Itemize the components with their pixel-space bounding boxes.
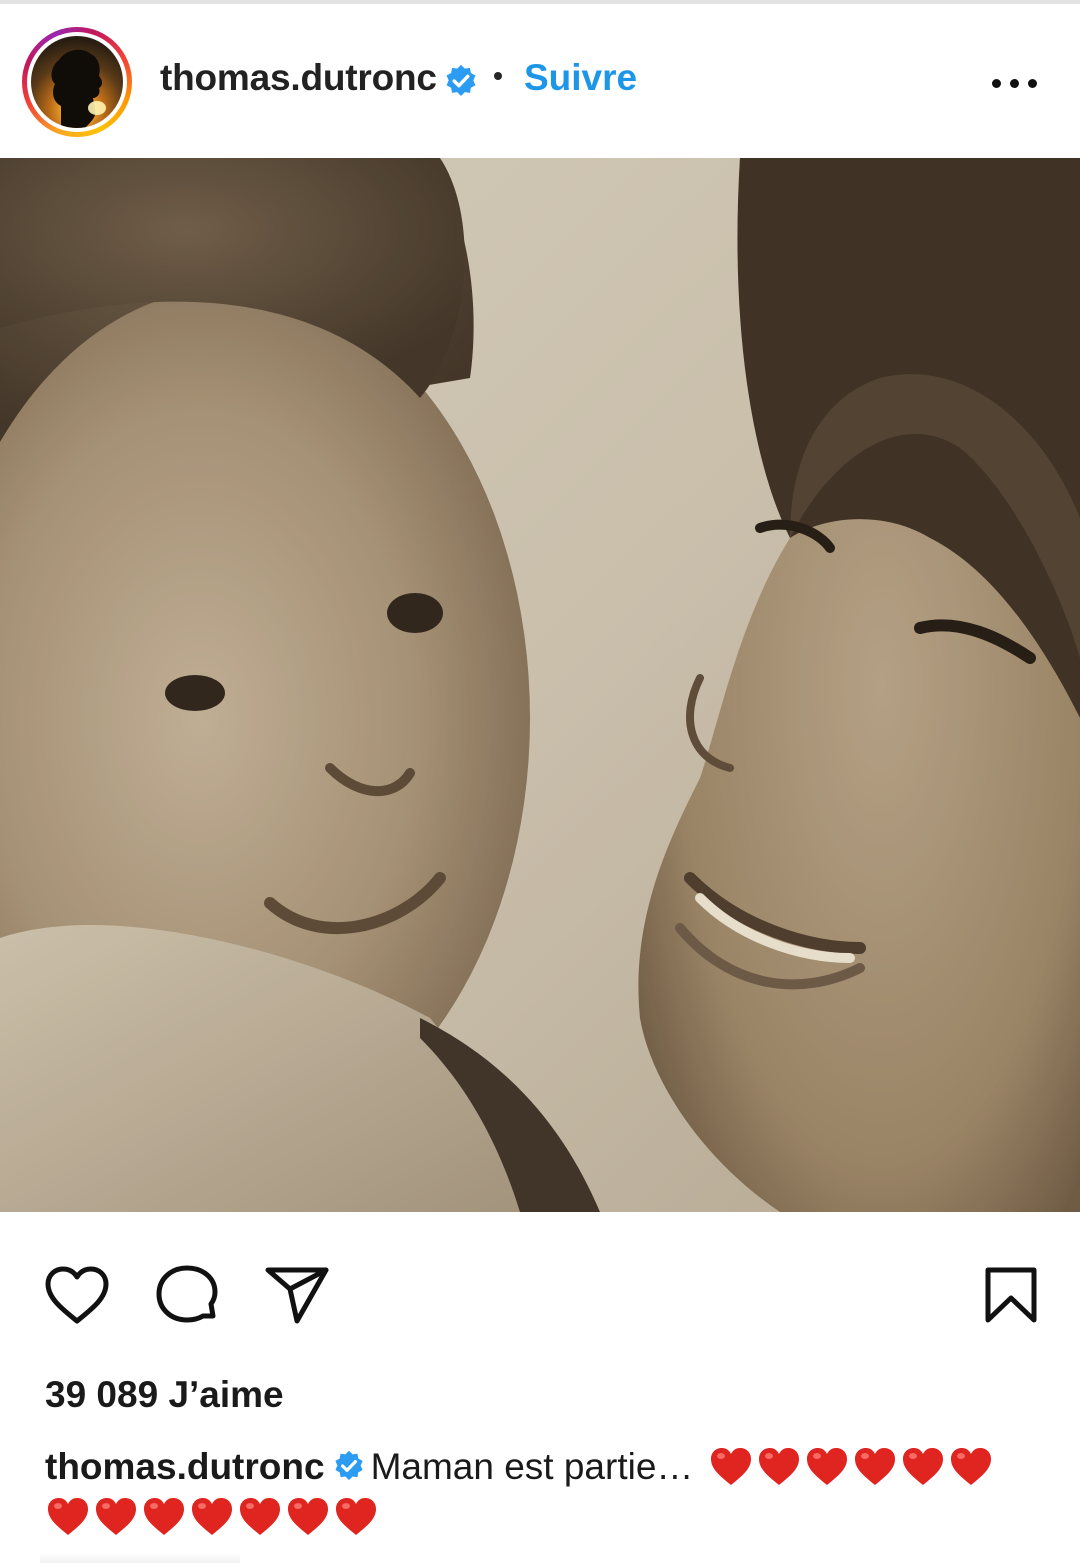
photo-image: [0, 158, 1080, 1212]
red-heart-icon: [903, 1448, 943, 1485]
red-heart-icon: [240, 1498, 280, 1535]
story-ring[interactable]: [22, 27, 132, 137]
verified-badge-icon: [334, 1450, 363, 1481]
username-link[interactable]: thomas.dutronc: [160, 56, 437, 100]
red-heart-icon: [855, 1448, 895, 1485]
red-heart-icon: [192, 1498, 232, 1535]
red-heart-icon: [807, 1448, 847, 1485]
red-heart-icon: [96, 1498, 136, 1535]
verified-badge-icon: [446, 64, 476, 96]
red-heart-icon: [288, 1498, 328, 1535]
caption-username[interactable]: thomas.dutronc: [45, 1446, 325, 1487]
red-heart-icon: [144, 1498, 184, 1535]
red-heart-icon: [759, 1448, 799, 1485]
likes-count[interactable]: 39 089 J’aime: [45, 1373, 284, 1417]
caption-hearts-line1: [708, 1444, 996, 1490]
caption-text: Maman est partie…: [370, 1446, 694, 1487]
caption: thomas.dutronc Maman est partie…: [45, 1444, 693, 1490]
red-heart-icon: [951, 1448, 991, 1485]
red-heart-icon: [711, 1448, 751, 1485]
red-heart-icon: [48, 1498, 88, 1535]
separator-dot: [494, 72, 502, 80]
next-line-cutoff: [40, 1553, 240, 1563]
heart-outline-icon[interactable]: [44, 1265, 110, 1325]
comment-bubble-icon[interactable]: [155, 1264, 219, 1326]
post-header: thomas.dutronc Suivre: [0, 4, 1080, 158]
post-photo[interactable]: [0, 158, 1080, 1212]
paper-plane-icon[interactable]: [264, 1265, 330, 1325]
follow-button[interactable]: Suivre: [524, 56, 637, 100]
avatar-silhouette-icon: [51, 49, 106, 128]
more-options-icon[interactable]: [986, 66, 1044, 100]
red-heart-icon: [336, 1498, 376, 1535]
caption-hearts-line2: [45, 1494, 381, 1540]
profile-avatar[interactable]: [31, 36, 123, 128]
bookmark-icon[interactable]: [984, 1266, 1038, 1326]
